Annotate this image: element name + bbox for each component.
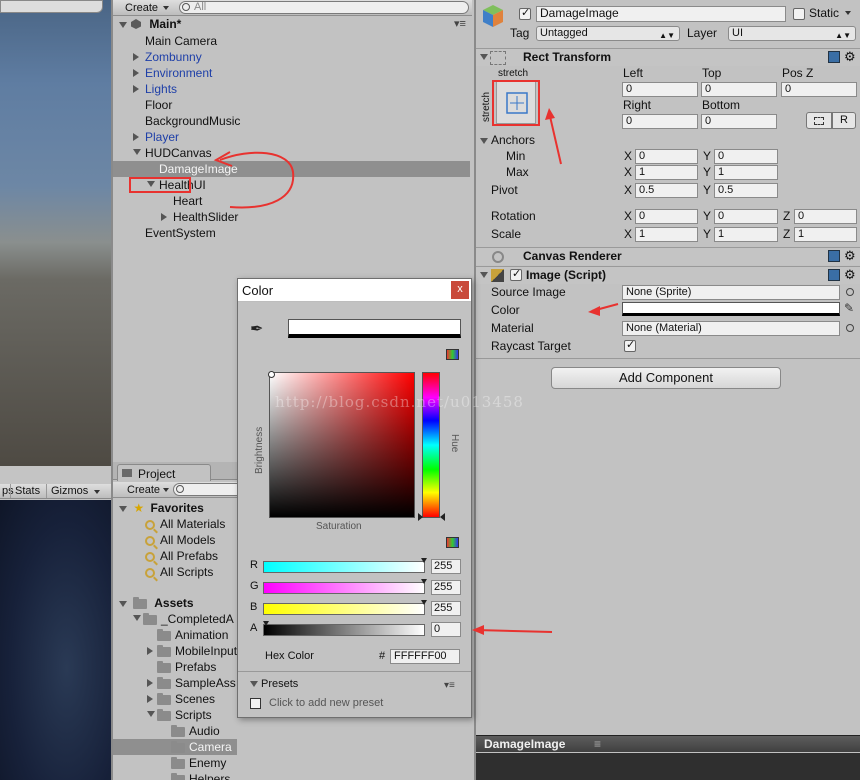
annotation-arrowhead xyxy=(588,306,600,316)
annotation-overlay xyxy=(213,108,619,635)
annotation-arrow-alpha xyxy=(475,629,553,633)
annotation-arrow-anchor xyxy=(548,111,562,165)
annotation-arrowhead xyxy=(545,108,555,120)
annotation-curve xyxy=(219,151,295,209)
annotation-arrowhead xyxy=(472,625,484,635)
